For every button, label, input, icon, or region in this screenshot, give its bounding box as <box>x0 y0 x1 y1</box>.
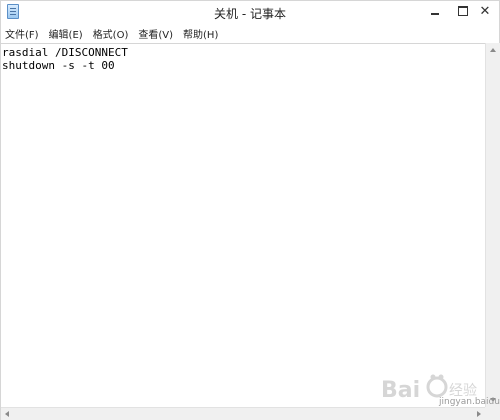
editor-line: shutdown -s -t 00 <box>2 59 115 72</box>
vertical-scrollbar[interactable] <box>485 43 500 407</box>
menu-format[interactable]: 格式(O) <box>88 26 134 41</box>
close-icon: ✕ <box>479 3 491 19</box>
svg-text:Bai: Bai <box>381 378 420 403</box>
menu-view[interactable]: 查看(V) <box>133 26 178 41</box>
close-button[interactable]: ✕ <box>471 1 499 21</box>
menu-bar: 文件(F) 编辑(E) 格式(O) 查看(V) 帮助(H) <box>1 24 499 42</box>
menu-edit[interactable]: 编辑(E) <box>44 26 88 41</box>
notepad-window: 关机 - 记事本 ✕ 文件(F) 编辑(E) 格式(O) 查看(V) 帮助(H)… <box>0 0 500 420</box>
minimize-button[interactable] <box>421 1 449 21</box>
menu-help[interactable]: 帮助(H) <box>178 26 223 41</box>
scrollbar-corner <box>485 407 500 420</box>
text-editor[interactable]: rasdial /DISCONNECT shutdown -s -t 00 <box>1 43 485 407</box>
scroll-left-icon[interactable] <box>5 411 9 417</box>
title-bar[interactable]: 关机 - 记事本 ✕ <box>1 1 499 24</box>
scroll-up-icon[interactable] <box>490 48 496 52</box>
scroll-right-icon[interactable] <box>477 411 481 417</box>
horizontal-scrollbar[interactable] <box>1 407 485 420</box>
menu-file[interactable]: 文件(F) <box>1 26 44 41</box>
maximize-icon <box>458 6 468 16</box>
watermark-url: jingyan.baidu.com <box>439 397 500 407</box>
minimize-icon <box>431 13 439 15</box>
editor-line: rasdial /DISCONNECT <box>2 46 128 59</box>
